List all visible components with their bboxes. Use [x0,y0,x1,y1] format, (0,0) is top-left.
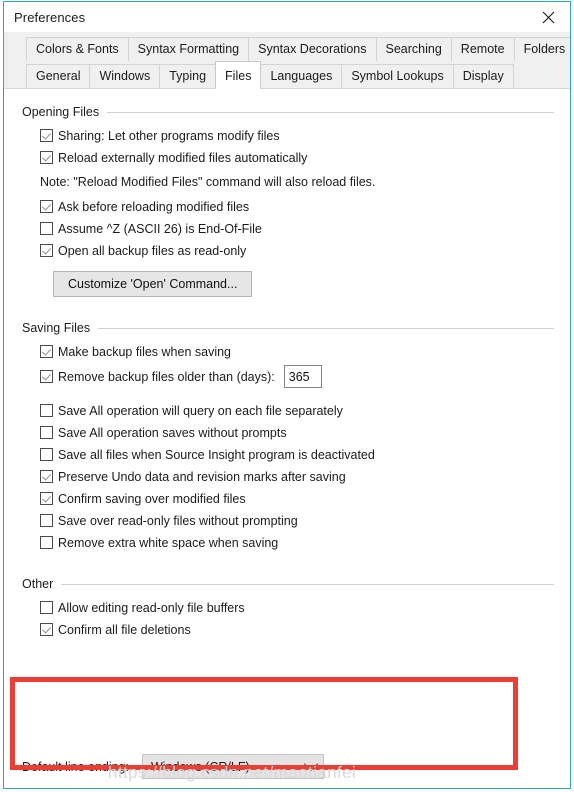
checkbox-label-confirm-saving-over-modified: Confirm saving over modified files [58,491,246,506]
checkbox-label-reload-externally: Reload externally modified files automat… [58,150,308,165]
checkbox-label-sharing: Sharing: Let other programs modify files [58,128,280,143]
checkbox-label-save-over-readonly: Save over read-only files without prompt… [58,513,298,528]
group-opening-files: Opening Files Sharing: Let other program… [22,103,554,297]
tab-row-1: Colors & Fonts Syntax Formatting Syntax … [10,37,570,61]
checkbox-preserve-undo[interactable] [40,470,53,483]
tab-typing[interactable]: Typing [159,64,217,88]
checkbox-allow-editing-readonly[interactable] [40,601,53,614]
checkbox-confirm-saving-over-modified[interactable] [40,492,53,505]
checkbox-row-make-backup[interactable]: Make backup files when saving [40,341,554,362]
customize-open-command-button[interactable]: Customize 'Open' Command... [53,271,253,297]
files-settings-panel: Opening Files Sharing: Let other program… [4,89,570,788]
group-body: Allow editing read-only file buffers Con… [22,597,554,640]
checkbox-save-over-readonly[interactable] [40,514,53,527]
checkbox-save-all-query[interactable] [40,404,53,417]
group-title-opening-files: Opening Files [22,105,100,119]
group-body: Sharing: Let other programs modify files… [22,125,554,297]
tab-files[interactable]: Files [215,61,262,89]
checkbox-remove-backup-older[interactable] [40,370,53,383]
tab-folders[interactable]: Folders [513,37,570,61]
checkbox-open-backup-readonly[interactable] [40,244,53,257]
checkbox-row-save-all-no-prompts[interactable]: Save All operation saves without prompts [40,422,554,443]
checkbox-reload-externally[interactable] [40,151,53,164]
group-body: Make backup files when saving Remove bac… [22,341,554,553]
checkbox-make-backup[interactable] [40,345,53,358]
checkbox-row-save-all-query[interactable]: Save All operation will query on each fi… [40,400,554,421]
checkbox-label-preserve-undo: Preserve Undo data and revision marks af… [58,469,346,484]
checkbox-row-preserve-undo[interactable]: Preserve Undo data and revision marks af… [40,466,554,487]
note-reload-modified-files: Note: "Reload Modified Files" command wi… [40,175,376,189]
checkbox-save-all-no-prompts[interactable] [40,426,53,439]
checkbox-row-confirm-file-deletions[interactable]: Confirm all file deletions [40,619,554,640]
checkbox-row-remove-backup-older[interactable]: Remove backup files older than (days): 3… [40,363,554,390]
tab-languages[interactable]: Languages [260,64,343,88]
close-icon [542,11,555,24]
checkbox-label-save-all-no-prompts: Save All operation saves without prompts [58,425,287,440]
checkbox-ask-before-reloading[interactable] [40,200,53,213]
group-saving-files: Saving Files Make backup files when savi… [22,319,554,553]
tab-remote[interactable]: Remote [450,37,515,61]
group-header: Other [22,577,554,591]
tab-colors-and-fonts[interactable]: Colors & Fonts [26,37,129,61]
checkbox-row-sharing[interactable]: Sharing: Let other programs modify files [40,125,554,146]
tab-syntax-decorations[interactable]: Syntax Decorations [248,37,377,61]
preferences-dialog: Preferences Colors & Fonts Syntax Format… [3,1,571,789]
tab-symbol-lookups[interactable]: Symbol Lookups [341,64,454,88]
checkbox-row-ask-before-reloading[interactable]: Ask before reloading modified files [40,196,554,217]
close-button[interactable] [526,2,570,32]
group-header: Opening Files [22,105,554,119]
checkbox-row-confirm-saving-over-modified[interactable]: Confirm saving over modified files [40,488,554,509]
line-ending-label: Default line ending: [22,759,130,774]
checkbox-row-save-over-readonly[interactable]: Save over read-only files without prompt… [40,510,554,531]
line-ending-row: Default line ending: Windows (CR/LF) [22,753,522,780]
tab-general[interactable]: General [26,64,91,88]
group-divider [98,327,554,329]
checkbox-label-remove-white-space: Remove extra white space when saving [58,535,279,550]
checkbox-row-save-on-deactivate[interactable]: Save all files when Source Insight progr… [40,444,554,465]
checkbox-row-open-backup-readonly[interactable]: Open all backup files as read-only [40,240,554,261]
checkbox-sharing[interactable] [40,129,53,142]
group-divider [61,583,554,585]
checkbox-label-save-on-deactivate: Save all files when Source Insight progr… [58,447,375,462]
checkbox-remove-white-space[interactable] [40,536,53,549]
checkbox-label-assume-ctrl-z: Assume ^Z (ASCII 26) is End-Of-File [58,221,262,236]
titlebar-buttons [526,2,570,32]
tab-display[interactable]: Display [452,64,514,88]
checkbox-row-assume-ctrl-z[interactable]: Assume ^Z (ASCII 26) is End-Of-File [40,218,554,239]
line-ending-select[interactable]: Windows (CR/LF) [142,754,324,779]
note-row: Note: "Reload Modified Files" command wi… [40,171,554,193]
encoding-settings-area: Default line ending: Windows (CR/LF) Def… [22,753,522,788]
window-title: Preferences [14,9,86,25]
tab-searching[interactable]: Searching [375,37,452,61]
tab-row-2: General Windows Typing Files Languages S… [10,61,564,89]
tab-windows[interactable]: Windows [89,64,161,88]
group-title-other: Other [22,577,54,591]
checkbox-row-reload-externally[interactable]: Reload externally modified files automat… [40,147,554,168]
title-bar: Preferences [4,2,570,32]
customize-open-command-wrap: Customize 'Open' Command... [53,271,554,297]
line-ending-value: Windows (CR/LF) [151,759,250,774]
group-header: Saving Files [22,321,554,335]
group-divider [107,111,554,113]
group-title-saving-files: Saving Files [22,321,91,335]
checkbox-label-save-all-query: Save All operation will query on each fi… [58,403,343,418]
checkbox-save-on-deactivate[interactable] [40,448,53,461]
checkbox-confirm-file-deletions[interactable] [40,623,53,636]
backup-age-days-input[interactable]: 365 [283,365,322,388]
checkbox-label-ask-before-reloading: Ask before reloading modified files [58,199,250,214]
chevron-down-icon [303,756,319,771]
checkbox-row-remove-white-space[interactable]: Remove extra white space when saving [40,532,554,553]
checkbox-label-make-backup: Make backup files when saving [58,344,232,359]
checkbox-assume-ctrl-z[interactable] [40,222,53,235]
checkbox-label-remove-backup-older: Remove backup files older than (days): [58,369,275,384]
group-other: Other Allow editing read-only file buffe… [22,575,554,640]
checkbox-label-open-backup-readonly: Open all backup files as read-only [58,243,247,258]
checkbox-label-confirm-file-deletions: Confirm all file deletions [58,622,191,637]
checkbox-label-allow-editing-readonly: Allow editing read-only file buffers [58,600,245,615]
checkbox-row-allow-editing-readonly[interactable]: Allow editing read-only file buffers [40,597,554,618]
tab-syntax-formatting[interactable]: Syntax Formatting [127,37,250,61]
tab-strip: Colors & Fonts Syntax Formatting Syntax … [4,32,570,89]
